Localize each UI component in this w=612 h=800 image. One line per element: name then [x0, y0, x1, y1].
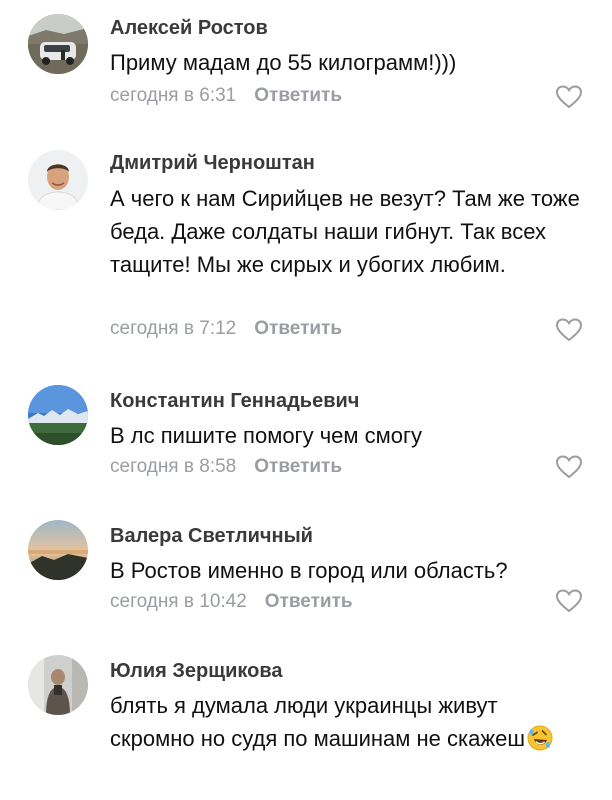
heart-outline-icon[interactable] [554, 588, 584, 614]
avatar[interactable] [28, 385, 88, 445]
reply-button[interactable]: Ответить [254, 85, 342, 106]
reply-button[interactable]: Ответить [265, 591, 353, 612]
comment-text: блять я думала люди украинцы живут скром… [110, 689, 588, 755]
reply-button[interactable]: Ответить [254, 456, 342, 477]
comment-meta: сегодня в 6:31 Ответить [110, 85, 342, 107]
avatar[interactable] [28, 520, 88, 580]
comment-timestamp: сегодня в 7:12 [110, 318, 237, 339]
avatar[interactable] [28, 655, 88, 715]
comment-text: В лс пишите помогу чем смогу [110, 423, 423, 448]
heart-outline-icon[interactable] [554, 317, 584, 343]
comment-author[interactable]: Константин Геннадьевич [110, 390, 359, 413]
reply-button[interactable]: Ответить [254, 318, 342, 339]
comment-text: В Ростов именно в город или область? [110, 558, 508, 583]
comment-timestamp: сегодня в 6:31 [110, 85, 237, 106]
comment-text: Приму мадам до 55 килограмм!))) [110, 50, 457, 75]
avatar[interactable] [28, 14, 88, 74]
avatar[interactable] [28, 150, 88, 210]
comment-meta: сегодня в 8:58 Ответить [110, 456, 342, 478]
comment-meta: сегодня в 10:42 Ответить [110, 591, 353, 613]
heart-outline-icon[interactable] [554, 454, 584, 480]
comment-author[interactable]: Алексей Ростов [110, 17, 268, 40]
comment-author[interactable]: Юлия Зерщикова [110, 660, 283, 683]
comment-meta: сегодня в 7:12 Ответить [110, 318, 342, 340]
heart-outline-icon[interactable] [554, 84, 584, 110]
comment-text-content: блять я думала люди украинцы живут скром… [110, 693, 525, 751]
comment-timestamp: сегодня в 10:42 [110, 591, 247, 612]
comment-text: А чего к нам Сирийцев не везут? Там же т… [110, 186, 580, 277]
comment-author[interactable]: Дмитрий Черноштан [110, 152, 315, 175]
rolling-on-floor-laughing-emoji-icon [527, 725, 553, 751]
comment-timestamp: сегодня в 8:58 [110, 456, 237, 477]
comment-author[interactable]: Валера Светличный [110, 525, 313, 548]
